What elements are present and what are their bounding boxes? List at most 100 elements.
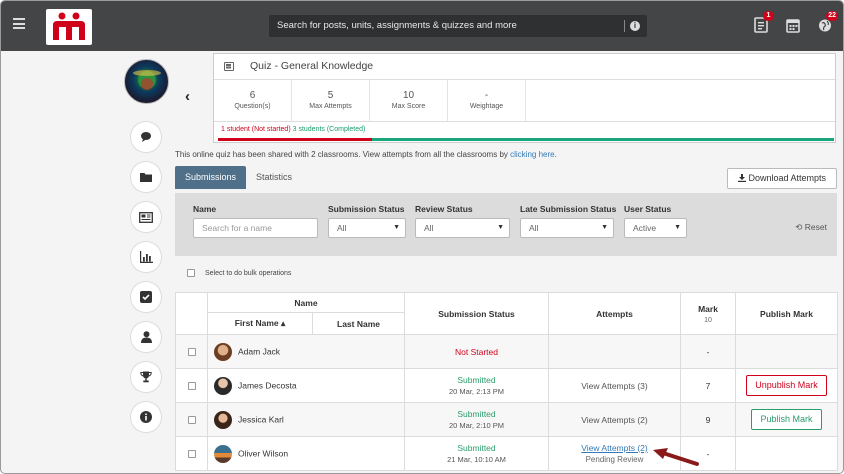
caret-down-icon: ▼ <box>393 224 400 231</box>
submission-status-cell: Submitted 20 Mar, 2:10 PM <box>404 402 549 437</box>
download-attempts-button[interactable]: Download Attempts <box>727 168 837 189</box>
chat-icon <box>141 132 151 142</box>
shared-info: This online quiz has been shared with 2 … <box>175 150 557 159</box>
assignment-icon[interactable]: 1 <box>754 11 774 33</box>
mark-column-header[interactable]: Mark 10 <box>680 292 736 335</box>
submission-status: Submitted <box>457 443 496 453</box>
bulk-select: Select to do bulk operations <box>187 269 291 277</box>
shared-text: This online quiz has been shared with 2 … <box>175 150 511 159</box>
user-status-select[interactable]: Active ▼ <box>624 218 687 238</box>
global-search-input[interactable]: Search for posts, units, assignments & q… <box>269 15 647 37</box>
publish-mark-button[interactable]: Publish Mark <box>751 409 822 430</box>
submission-status-select[interactable]: All ▼ <box>328 218 406 238</box>
submission-status-column-header[interactable]: Submission Status <box>404 292 549 335</box>
tab-statistics[interactable]: Statistics <box>246 166 302 189</box>
user-icon <box>140 331 152 343</box>
publish-cell: Publish Mark <box>735 402 838 437</box>
stat-label: Weightage <box>469 103 504 110</box>
first-name-column-header[interactable]: First Name ▴ <box>207 312 313 335</box>
submission-date: 21 Mar, 10:10 AM <box>447 455 506 464</box>
folder-icon <box>140 173 152 182</box>
classroom-avatar[interactable] <box>124 59 169 104</box>
review-status-select[interactable]: All ▼ <box>415 218 510 238</box>
app-logo[interactable] <box>46 9 92 45</box>
student-name[interactable]: Jessica Karl <box>238 414 284 424</box>
row-select-cell <box>175 436 208 471</box>
sidebar-newspaper-button[interactable] <box>130 201 162 233</box>
caret-down-icon: ▼ <box>497 224 504 231</box>
avatar <box>214 410 232 429</box>
avatar <box>214 342 232 361</box>
not-started-count[interactable]: 1 student (Not started) <box>221 126 291 133</box>
select-value: All <box>424 223 434 233</box>
publish-column-header: Publish Mark <box>735 292 838 335</box>
student-name[interactable]: Adam Jack <box>238 346 280 356</box>
stat-value: 5 <box>327 90 334 101</box>
caret-down-icon: ▼ <box>601 224 608 231</box>
student-name[interactable]: Oliver Wilson <box>238 448 288 458</box>
sidebar-chat-button[interactable] <box>130 121 162 153</box>
row-checkbox[interactable] <box>187 416 196 425</box>
avatar <box>214 376 232 395</box>
reset-filters-button[interactable]: ⟲ Reset <box>795 222 827 233</box>
globe-badge: 22 <box>826 11 838 21</box>
submission-status-label: Submission Status <box>328 204 405 214</box>
trophy-icon <box>140 371 152 383</box>
calendar-icon[interactable] <box>786 17 800 33</box>
mark-max: 10 <box>704 316 712 324</box>
info-icon[interactable]: i <box>630 21 640 31</box>
all-classrooms-link[interactable]: clicking here <box>510 150 554 159</box>
submission-status: Submitted <box>457 409 496 419</box>
stat-label: Max Attempts <box>309 103 352 110</box>
bulk-select-checkbox[interactable] <box>187 269 195 277</box>
name-search-input[interactable]: Search for a name <box>193 218 318 238</box>
view-tabs: Submissions Statistics <box>175 166 302 189</box>
row-checkbox[interactable] <box>187 382 196 391</box>
search-divider <box>624 20 625 32</box>
not-started-segment <box>218 138 372 141</box>
quiz-header: Quiz - General Knowledge <box>214 54 835 80</box>
sidebar-awards-button[interactable] <box>130 361 162 393</box>
student-status-summary: 1 student (Not started) 3 students (Comp… <box>221 126 365 133</box>
user-status-label: User Status <box>624 204 672 214</box>
row-select-cell <box>175 368 208 403</box>
review-status-label: Review Status <box>415 204 473 214</box>
annotation-arrow <box>653 448 699 466</box>
table-row: Adam Jack Not Started - <box>175 334 838 369</box>
back-chevron-icon[interactable]: ‹ <box>185 88 190 105</box>
completion-progress-bar <box>218 138 834 141</box>
stat-value: 6 <box>249 90 256 101</box>
submission-status-cell: Submitted 21 Mar, 10:10 AM <box>404 436 549 471</box>
sidebar-info-button[interactable] <box>130 401 162 433</box>
completed-count[interactable]: 3 students (Completed) <box>293 126 366 133</box>
quiz-icon <box>224 62 234 71</box>
last-name-column-header[interactable]: Last Name <box>312 312 405 335</box>
select-value: Active <box>633 223 657 233</box>
publish-cell <box>735 436 838 471</box>
name-column-header: Name <box>207 292 405 313</box>
row-checkbox[interactable] <box>187 348 196 357</box>
tab-submissions[interactable]: Submissions <box>175 166 247 189</box>
stat-questions: 6 Question(s) <box>214 80 292 121</box>
submission-status-cell: Submitted 20 Mar, 2:13 PM <box>404 368 549 403</box>
sidebar-reports-button[interactable] <box>130 241 162 273</box>
mark-value: 9 <box>680 402 736 437</box>
caret-down-icon: ▼ <box>674 224 681 231</box>
checkbox-icon <box>140 291 152 303</box>
sidebar-folder-button[interactable] <box>130 161 162 193</box>
submission-date: 20 Mar, 2:13 PM <box>448 387 505 396</box>
view-attempts-link[interactable]: View Attempts (2) <box>581 415 647 425</box>
row-checkbox[interactable] <box>187 450 196 459</box>
student-name[interactable]: James Decosta <box>238 380 297 390</box>
view-attempts-link[interactable]: View Attempts (3) <box>581 381 647 391</box>
sidebar-members-button[interactable] <box>130 321 162 353</box>
stat-value: - <box>484 90 489 101</box>
late-submission-select[interactable]: All ▼ <box>520 218 614 238</box>
mark-value: - <box>680 334 736 369</box>
sidebar-tasks-button[interactable] <box>130 281 162 313</box>
unpublish-mark-button[interactable]: Unpublish Mark <box>746 375 827 396</box>
hamburger-menu-icon[interactable] <box>13 18 25 29</box>
view-attempts-link[interactable]: View Attempts (2) <box>581 443 647 453</box>
globe-icon[interactable]: 22 <box>818 11 838 33</box>
late-submission-label: Late Submission Status <box>520 204 617 214</box>
